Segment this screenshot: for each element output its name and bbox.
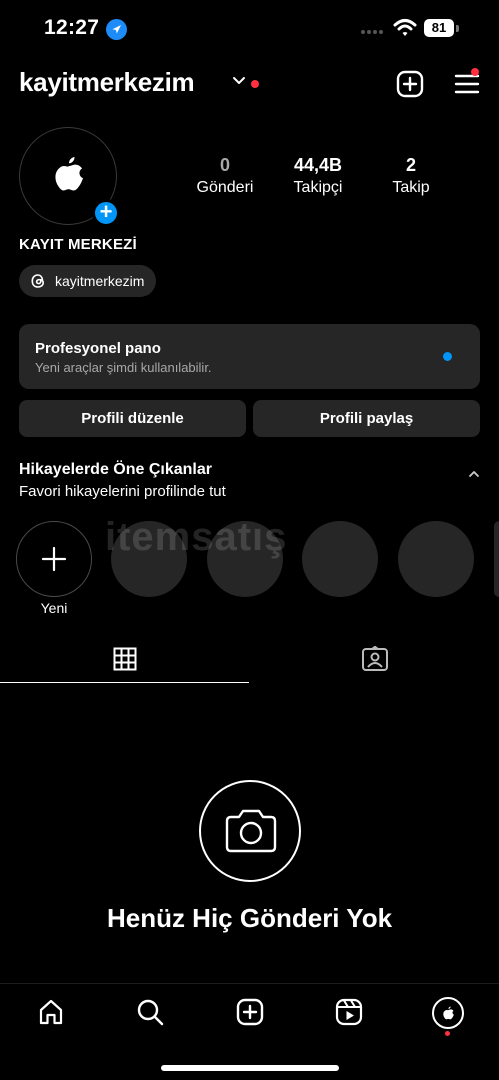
apple-logo-icon (443, 1006, 454, 1020)
chevron-up-icon[interactable] (468, 470, 480, 478)
camera-icon (199, 780, 301, 882)
account-notification-dot (251, 80, 259, 88)
threads-handle: kayitmerkezim (55, 273, 145, 289)
search-icon[interactable] (136, 998, 164, 1026)
profile-tab-avatar[interactable] (432, 997, 464, 1029)
dashboard-subtitle: Yeni araçlar şimdi kullanılabilir. (35, 360, 212, 375)
stat-following[interactable]: 2 Takip (361, 155, 461, 197)
battery-icon: 81 (424, 19, 454, 37)
stat-followers[interactable]: 44,4B Takipçi (268, 155, 368, 197)
threads-badge[interactable]: kayitmerkezim (19, 265, 157, 297)
grid-icon[interactable] (113, 647, 137, 671)
empty-state-title: Henüz Hiç Gönderi Yok (106, 903, 393, 933)
display-name: KAYIT MERKEZİ (19, 236, 137, 253)
status-time: 12:27 (44, 16, 100, 39)
highlights-subtitle: Favori hikayelerini profilinde tut (19, 483, 226, 500)
following-label: Takip (392, 179, 430, 196)
new-highlight-button[interactable] (16, 521, 92, 597)
create-icon[interactable] (236, 998, 264, 1026)
new-highlight-label: Yeni (40, 600, 68, 616)
highlight-placeholder (494, 521, 499, 597)
posts-count: 0 (219, 155, 230, 175)
highlights-title: Hikayelerde Öne Çıkanlar (19, 461, 212, 478)
battery-cap (456, 25, 459, 32)
followers-label: Takipçi (293, 179, 343, 196)
active-tab-indicator (0, 682, 249, 683)
following-count: 2 (405, 155, 416, 175)
menu-notification-dot (471, 68, 479, 76)
profile-username[interactable]: kayitmerkezim (19, 67, 195, 98)
threads-icon (31, 274, 45, 288)
home-icon[interactable] (37, 998, 65, 1026)
add-story-button[interactable]: + (92, 199, 120, 227)
share-profile-button[interactable]: Profili paylaş (253, 400, 480, 437)
followers-count: 44,4B (293, 155, 343, 175)
highlight-placeholder (302, 521, 378, 597)
location-arrow-icon (106, 19, 127, 40)
highlight-placeholder (398, 521, 474, 597)
chevron-down-icon[interactable] (232, 76, 246, 86)
posts-label: Gönderi (196, 179, 254, 196)
reels-icon[interactable] (335, 998, 363, 1026)
bottom-nav-border (0, 983, 499, 984)
edit-profile-button[interactable]: Profili düzenle (19, 400, 246, 437)
dashboard-title: Profesyonel pano (35, 340, 161, 357)
new-post-icon[interactable] (396, 70, 424, 98)
profile-notification-dot (445, 1031, 450, 1036)
dashboard-new-dot (443, 352, 452, 361)
tagged-icon[interactable] (361, 646, 389, 672)
professional-dashboard-card[interactable]: Profesyonel pano Yeni araçlar şimdi kull… (19, 324, 480, 389)
apple-logo-icon (55, 157, 83, 191)
watermark: itemsatış (105, 515, 288, 559)
stat-posts[interactable]: 0 Gönderi (175, 155, 275, 197)
signal-icon (360, 28, 384, 36)
plus-icon (41, 546, 67, 572)
wifi-icon (393, 18, 417, 38)
home-indicator[interactable] (161, 1065, 339, 1071)
